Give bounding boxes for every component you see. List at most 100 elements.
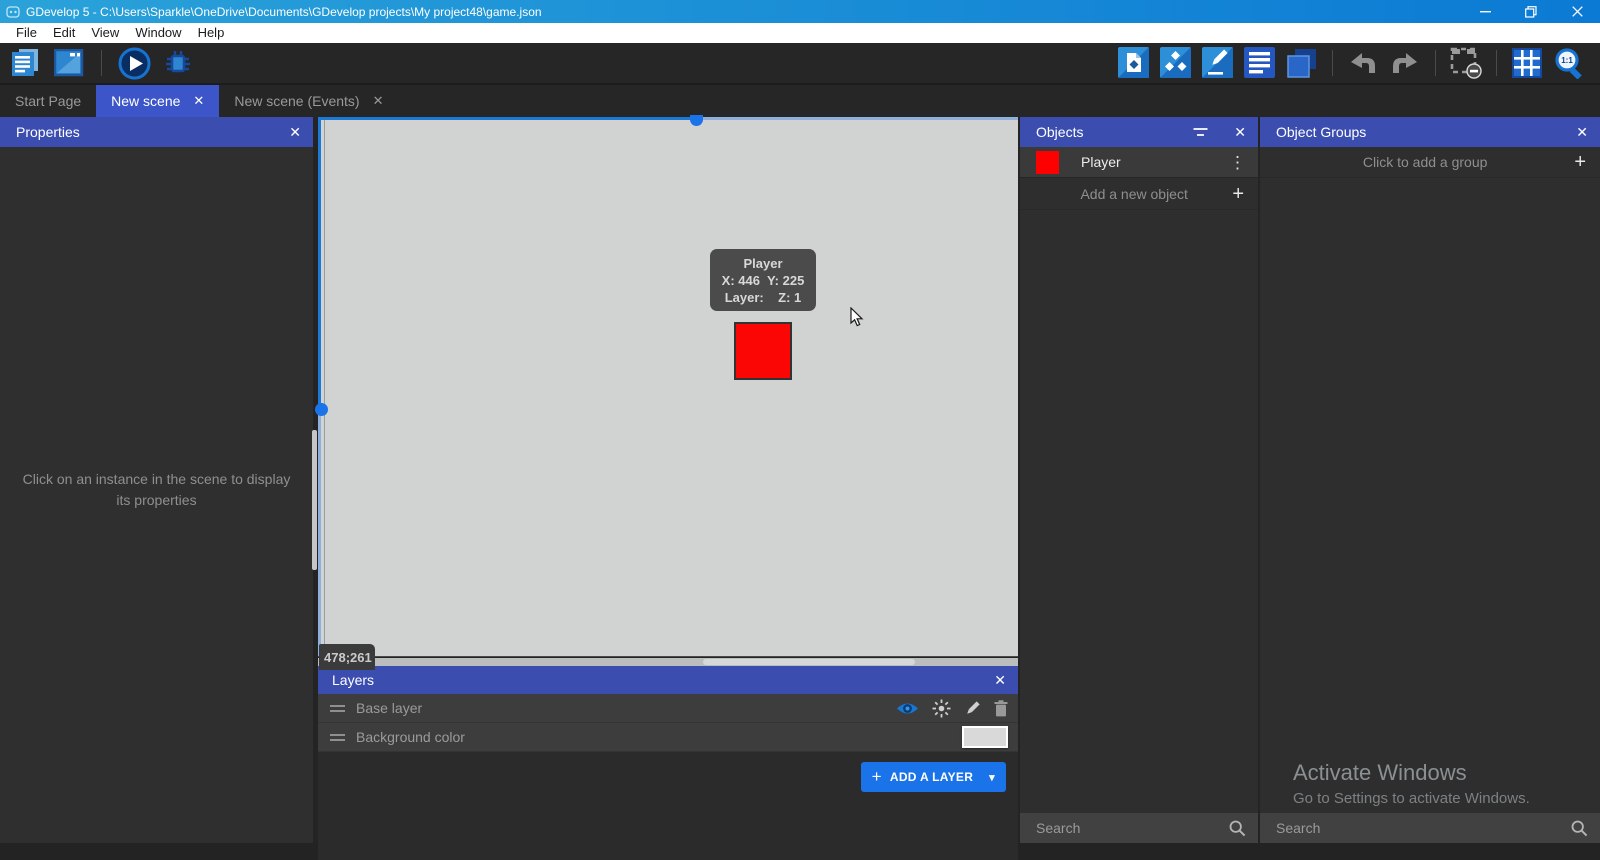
objects-editor-button[interactable] (1117, 46, 1151, 80)
tab-label: Start Page (15, 93, 81, 109)
redo-button[interactable] (1388, 46, 1422, 80)
layer-name: Base layer (356, 700, 885, 716)
groups-search-input[interactable] (1276, 820, 1571, 836)
scene-window-handle-top[interactable] (690, 115, 703, 126)
filter-icon[interactable] (1193, 127, 1208, 138)
undo-icon (1348, 51, 1378, 75)
properties-editor-button[interactable] (1201, 46, 1235, 80)
plus-icon: + (872, 767, 882, 787)
scene-window-border-top-light (691, 117, 1018, 120)
add-object-label: Add a new object (1036, 186, 1232, 202)
cursor-coordinates-badge: 478;261 (319, 644, 375, 670)
object-groups-header: Object Groups ✕ (1260, 117, 1600, 147)
layer-row-background[interactable]: Background color (318, 723, 1018, 752)
object-groups-panel: Object Groups ✕ Click to add a group + A… (1260, 117, 1600, 843)
properties-scrollbar[interactable] (312, 430, 317, 570)
instances-list-button[interactable] (1243, 46, 1277, 80)
scene-canvas[interactable]: Player X: 446 Y: 225 Layer: Z: 1 (318, 117, 1018, 657)
watermark-title: Activate Windows (1293, 760, 1530, 786)
player-instance[interactable] (734, 322, 792, 380)
close-icon (1572, 6, 1583, 17)
window-title: GDevelop 5 - C:\Users\Sparkle\OneDrive\D… (26, 5, 1462, 19)
tab-new-scene[interactable]: New scene ✕ (96, 85, 219, 117)
toolbar-separator (101, 50, 102, 76)
object-row-player[interactable]: Player ⋮ (1020, 147, 1258, 178)
layers-header: Layers ✕ (318, 666, 1018, 694)
horizontal-scrollbar-thumb[interactable] (703, 659, 915, 665)
close-icon[interactable]: ✕ (1222, 124, 1246, 141)
canvas-horizontal-scrollbar (318, 658, 1018, 666)
delete-trash-icon[interactable] (994, 700, 1008, 717)
properties-panel: Properties ✕ Click on an instance in the… (0, 117, 313, 843)
objects-title: Objects (1036, 124, 1193, 140)
svg-text:1:1: 1:1 (1561, 56, 1573, 65)
mask-selection-button[interactable] (1449, 46, 1483, 80)
add-group-row[interactable]: Click to add a group + (1260, 147, 1600, 178)
menu-view[interactable]: View (83, 23, 127, 43)
edit-pencil-icon[interactable] (964, 700, 981, 717)
tab-close-icon[interactable]: ✕ (373, 93, 384, 109)
plus-icon: + (1232, 184, 1244, 204)
toolbar-separator (1435, 50, 1436, 76)
title-bar: GDevelop 5 - C:\Users\Sparkle\OneDrive\D… (0, 0, 1600, 23)
project-manager-button[interactable] (8, 46, 42, 80)
close-icon[interactable]: ✕ (1564, 124, 1588, 141)
toolbar-separator (1332, 50, 1333, 76)
restore-button[interactable] (1508, 0, 1554, 23)
menu-file[interactable]: File (8, 23, 45, 43)
layers-panel: Layers ✕ Base layer Background color + A… (318, 666, 1018, 860)
menu-edit[interactable]: Edit (45, 23, 83, 43)
redo-icon (1390, 51, 1420, 75)
objects-panel: Objects ✕ Player ⋮ Add a new object + (1020, 117, 1258, 843)
scene-window-border-left (318, 117, 321, 404)
background-color-label: Background color (356, 729, 951, 745)
menu-help[interactable]: Help (190, 23, 233, 43)
chevron-down-icon[interactable]: ▾ (989, 771, 995, 784)
background-color-swatch[interactable] (962, 726, 1008, 748)
toolbar: 1:1 (0, 43, 1600, 85)
scene-window-icon (54, 49, 84, 77)
visibility-eye-icon[interactable] (896, 701, 919, 716)
add-object-row[interactable]: Add a new object + (1020, 178, 1258, 210)
layers-editor-button[interactable] (1285, 46, 1319, 80)
gdevelop-logo-icon (6, 5, 20, 19)
scene-origin-line (324, 117, 325, 656)
minimize-button[interactable] (1462, 0, 1508, 23)
object-thumbnail (1036, 151, 1059, 174)
effects-icon[interactable] (932, 699, 951, 718)
drag-handle-icon[interactable] (330, 734, 345, 741)
layers-stack-icon (1286, 47, 1318, 79)
kebab-menu-icon[interactable]: ⋮ (1229, 154, 1246, 171)
close-button[interactable] (1554, 0, 1600, 23)
play-button[interactable] (117, 46, 151, 80)
object-groups-editor-button[interactable] (1159, 46, 1193, 80)
add-layer-button[interactable]: + ADD A LAYER ▾ (861, 762, 1006, 792)
start-page-button[interactable] (52, 46, 86, 80)
plus-icon: + (1574, 152, 1586, 172)
debug-bug-icon (162, 47, 194, 79)
tab-start-page[interactable]: Start Page (0, 85, 96, 117)
grid-icon (1512, 48, 1542, 78)
properties-empty-message: Click on an instance in the scene to dis… (0, 469, 313, 511)
close-icon[interactable]: ✕ (982, 672, 1006, 689)
watermark-subtitle: Go to Settings to activate Windows. (1293, 790, 1530, 807)
close-icon[interactable]: ✕ (277, 124, 301, 141)
menu-window[interactable]: Window (127, 23, 189, 43)
instance-tooltip: Player X: 446 Y: 225 Layer: Z: 1 (710, 249, 816, 311)
play-icon (118, 47, 151, 80)
layer-row-base[interactable]: Base layer (318, 694, 1018, 723)
mouse-cursor (850, 307, 865, 328)
drag-handle-icon[interactable] (330, 705, 345, 712)
objects-search-input[interactable] (1036, 820, 1229, 836)
scene-window-handle-left[interactable] (315, 403, 328, 416)
properties-title: Properties (16, 124, 277, 140)
minimize-icon (1480, 6, 1491, 17)
tab-label: New scene (Events) (234, 93, 359, 109)
zoom-reset-button[interactable]: 1:1 (1552, 46, 1586, 80)
layers-title: Layers (332, 672, 982, 688)
debug-button[interactable] (161, 46, 195, 80)
undo-button[interactable] (1346, 46, 1380, 80)
tab-close-icon[interactable]: ✕ (193, 93, 204, 109)
grid-button[interactable] (1510, 46, 1544, 80)
tab-new-scene-events[interactable]: New scene (Events) ✕ (219, 85, 398, 117)
